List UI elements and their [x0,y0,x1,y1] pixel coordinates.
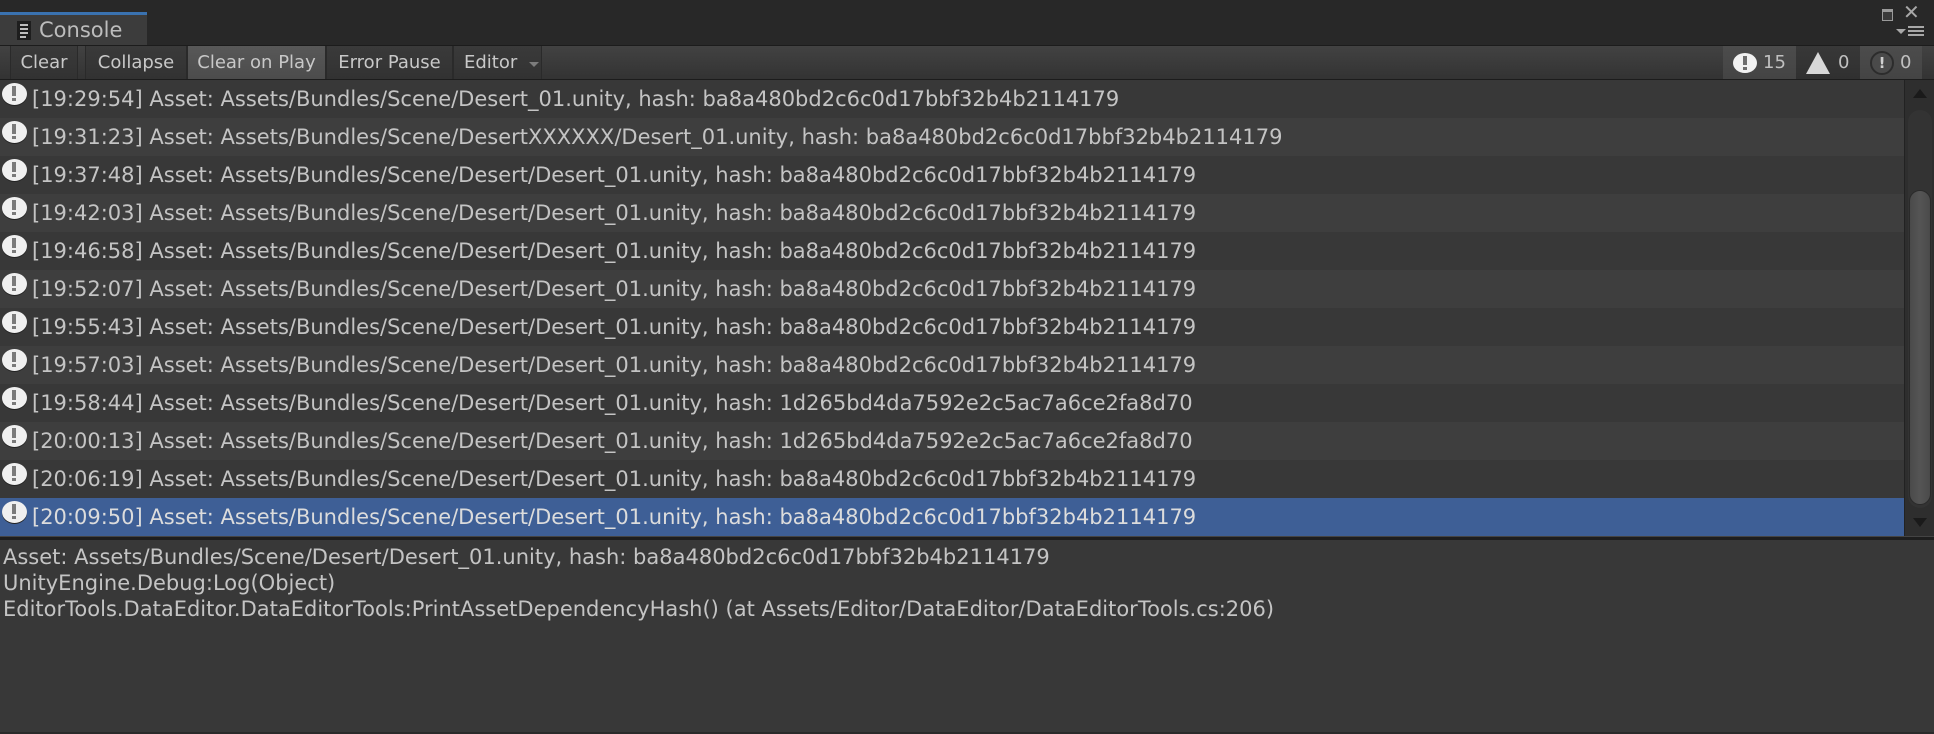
log-count: 15 [1763,52,1786,73]
chevron-down-icon [529,61,540,67]
detail-message: Asset: Assets/Bundles/Scene/Desert/Deser… [3,545,1050,569]
log-detail-panel: Asset: Assets/Bundles/Scene/Desert/Deser… [0,540,1934,732]
log-row-text: [19:58:44] Asset: Assets/Bundles/Scene/D… [32,391,1193,415]
log-message: Asset: Assets/Bundles/Scene/Desert/Deser… [149,505,1197,529]
log-timestamp: [19:57:03] [32,353,143,377]
dropdown-arrow-icon [1896,28,1906,34]
info-icon [2,197,27,219]
log-timestamp: [20:00:13] [32,429,143,453]
log-row-text: [19:46:58] Asset: Assets/Bundles/Scene/D… [32,239,1196,263]
log-message: Asset: Assets/Bundles/Scene/Desert/Deser… [149,163,1197,187]
window-titlebar: Console ✕ [0,0,1934,45]
error-icon: ! [1870,50,1894,75]
log-row[interactable]: [19:31:23] Asset: Assets/Bundles/Scene/D… [0,118,1904,156]
log-row[interactable]: [19:29:54] Asset: Assets/Bundles/Scene/D… [0,80,1904,118]
log-timestamp: [19:52:07] [32,277,143,301]
warning-count-toggle[interactable]: 0 [1796,46,1860,79]
log-timestamp: [19:37:48] [32,163,143,187]
close-icon[interactable]: ✕ [1903,2,1920,22]
error-count-toggle[interactable]: ! 0 [1860,46,1922,79]
detail-stack-frame: UnityEngine.Debug:Log(Object) [3,571,336,595]
info-icon [2,273,27,295]
clear-button[interactable]: Clear [10,46,78,79]
console-toolbar: Clear Collapse Clear on Play Error Pause… [0,45,1934,80]
detail-stack-frame-link[interactable]: EditorTools.DataEditor.DataEditorTools:P… [3,596,1931,622]
log-row-text: [19:52:07] Asset: Assets/Bundles/Scene/D… [32,277,1196,301]
log-timestamp: [20:06:19] [32,467,143,491]
log-row[interactable]: [19:58:44] Asset: Assets/Bundles/Scene/D… [0,384,1904,422]
error-pause-toggle[interactable]: Error Pause [326,46,453,79]
log-row-text: [20:06:19] Asset: Assets/Bundles/Scene/D… [32,467,1196,491]
info-icon [2,349,27,371]
info-icon [2,463,27,485]
scroll-thumb[interactable] [1909,190,1931,505]
scroll-down-arrow-icon[interactable] [1913,518,1927,527]
log-message: Asset: Assets/Bundles/Scene/Desert/Deser… [149,315,1197,339]
editor-dropdown-label: Editor [464,52,518,73]
log-row-text: [19:57:03] Asset: Assets/Bundles/Scene/D… [32,353,1196,377]
log-row-text: [19:29:54] Asset: Assets/Bundles/Scene/D… [32,87,1119,111]
log-list: [19:29:54] Asset: Assets/Bundles/Scene/D… [0,80,1904,536]
log-message: Asset: Assets/Bundles/Scene/Desert/Deser… [149,353,1197,377]
log-timestamp: [19:31:23] [32,125,143,149]
log-row[interactable]: [20:00:13] Asset: Assets/Bundles/Scene/D… [0,422,1904,460]
panel-menu-icon[interactable] [1896,26,1924,36]
tab-label: Console [39,18,123,42]
warning-icon [1806,51,1830,74]
collapse-toggle[interactable]: Collapse [85,46,187,79]
log-row-text: [19:31:23] Asset: Assets/Bundles/Scene/D… [32,125,1282,149]
warning-count: 0 [1838,52,1850,73]
log-list-scrollbar[interactable] [1904,80,1934,536]
log-message: Asset: Assets/Bundles/Scene/Desert/Deser… [149,391,1193,415]
log-row-text: [19:37:48] Asset: Assets/Bundles/Scene/D… [32,163,1196,187]
log-message: Asset: Assets/Bundles/Scene/Desert_01.un… [149,87,1120,111]
log-message: Asset: Assets/Bundles/Scene/Desert/Deser… [149,429,1193,453]
editor-dropdown[interactable]: Editor [453,46,542,79]
info-icon [2,159,27,181]
log-row[interactable]: [19:55:43] Asset: Assets/Bundles/Scene/D… [0,308,1904,346]
log-message: Asset: Assets/Bundles/Scene/Desert/Deser… [149,239,1197,263]
log-timestamp: [20:09:50] [32,505,143,529]
log-row-text: [20:09:50] Asset: Assets/Bundles/Scene/D… [32,505,1196,529]
log-row-text: [19:55:43] Asset: Assets/Bundles/Scene/D… [32,315,1196,339]
info-icon [2,425,27,447]
log-timestamp: [19:29:54] [32,87,143,111]
log-row[interactable]: [20:06:19] Asset: Assets/Bundles/Scene/D… [0,460,1904,498]
log-message: Asset: Assets/Bundles/Scene/Desert/Deser… [149,467,1197,491]
log-timestamp: [19:46:58] [32,239,143,263]
log-timestamp: [19:55:43] [32,315,143,339]
info-icon [2,387,27,409]
console-document-icon [17,20,31,40]
info-icon [1733,52,1757,73]
hamburger-icon [1908,26,1924,36]
log-count-toggle[interactable]: 15 [1723,46,1796,79]
maximize-icon[interactable] [1882,9,1893,21]
log-row-text: [20:00:13] Asset: Assets/Bundles/Scene/D… [32,429,1193,453]
log-row[interactable]: [19:42:03] Asset: Assets/Bundles/Scene/D… [0,194,1904,232]
log-row[interactable]: [19:46:58] Asset: Assets/Bundles/Scene/D… [0,232,1904,270]
log-row[interactable]: [19:37:48] Asset: Assets/Bundles/Scene/D… [0,156,1904,194]
info-icon [2,83,27,105]
info-icon [2,501,27,523]
log-row[interactable]: [19:57:03] Asset: Assets/Bundles/Scene/D… [0,346,1904,384]
scroll-up-arrow-icon[interactable] [1913,89,1927,98]
log-timestamp: [19:42:03] [32,201,143,225]
info-icon [2,121,27,143]
log-timestamp: [19:58:44] [32,391,143,415]
log-message: Asset: Assets/Bundles/Scene/Desert/Deser… [149,201,1197,225]
info-icon [2,235,27,257]
log-row-text: [19:42:03] Asset: Assets/Bundles/Scene/D… [32,201,1196,225]
log-message: Asset: Assets/Bundles/Scene/Desert/Deser… [149,277,1197,301]
log-row[interactable]: [20:09:50] Asset: Assets/Bundles/Scene/D… [0,498,1904,536]
error-count: 0 [1900,52,1912,73]
tab-console[interactable]: Console [0,12,147,45]
log-message: Asset: Assets/Bundles/Scene/DesertXXXXXX… [149,125,1283,149]
clear-on-play-toggle[interactable]: Clear on Play [187,46,326,79]
log-row[interactable]: [19:52:07] Asset: Assets/Bundles/Scene/D… [0,270,1904,308]
info-icon [2,311,27,333]
